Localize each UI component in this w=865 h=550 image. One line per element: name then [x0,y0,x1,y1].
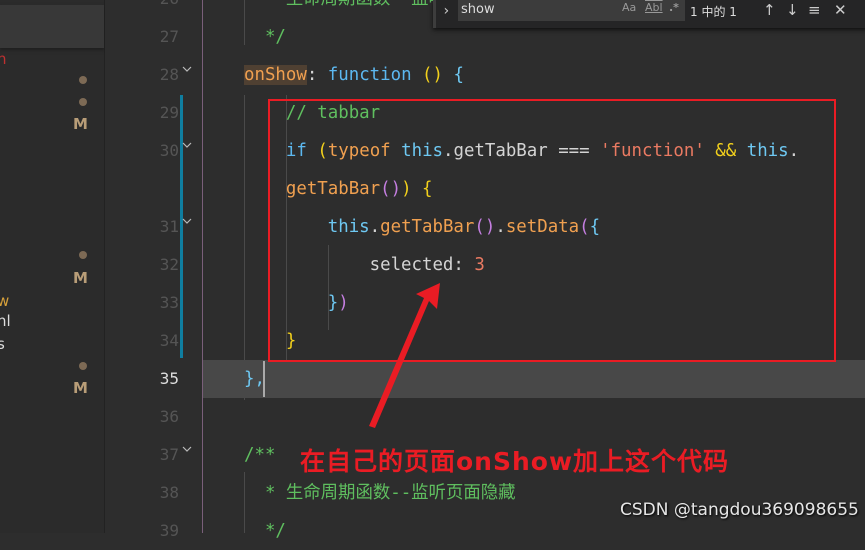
next-match-icon[interactable]: ↓ [786,1,799,19]
whole-word-toggle[interactable]: Abl [645,1,663,14]
watermark: CSDN @tangdou369098655 [620,500,859,520]
annotation-text: 在自己的页面onShow加上这个代码 [300,447,730,476]
match-count: 1 中的 1 [690,5,737,19]
find-widget: › show Aa Abl .* 1 中的 1 ↑ ↓ ≡ ✕ [433,0,865,28]
previous-match-icon[interactable]: ↑ [763,1,776,19]
arrow-shape [369,283,440,428]
close-icon[interactable]: ✕ [834,1,847,19]
regex-toggle[interactable]: .* [669,1,679,14]
find-in-selection-icon[interactable]: ≡ [808,1,821,19]
match-case-toggle[interactable]: Aa [622,1,636,14]
chevron-right-icon[interactable]: › [442,3,450,19]
